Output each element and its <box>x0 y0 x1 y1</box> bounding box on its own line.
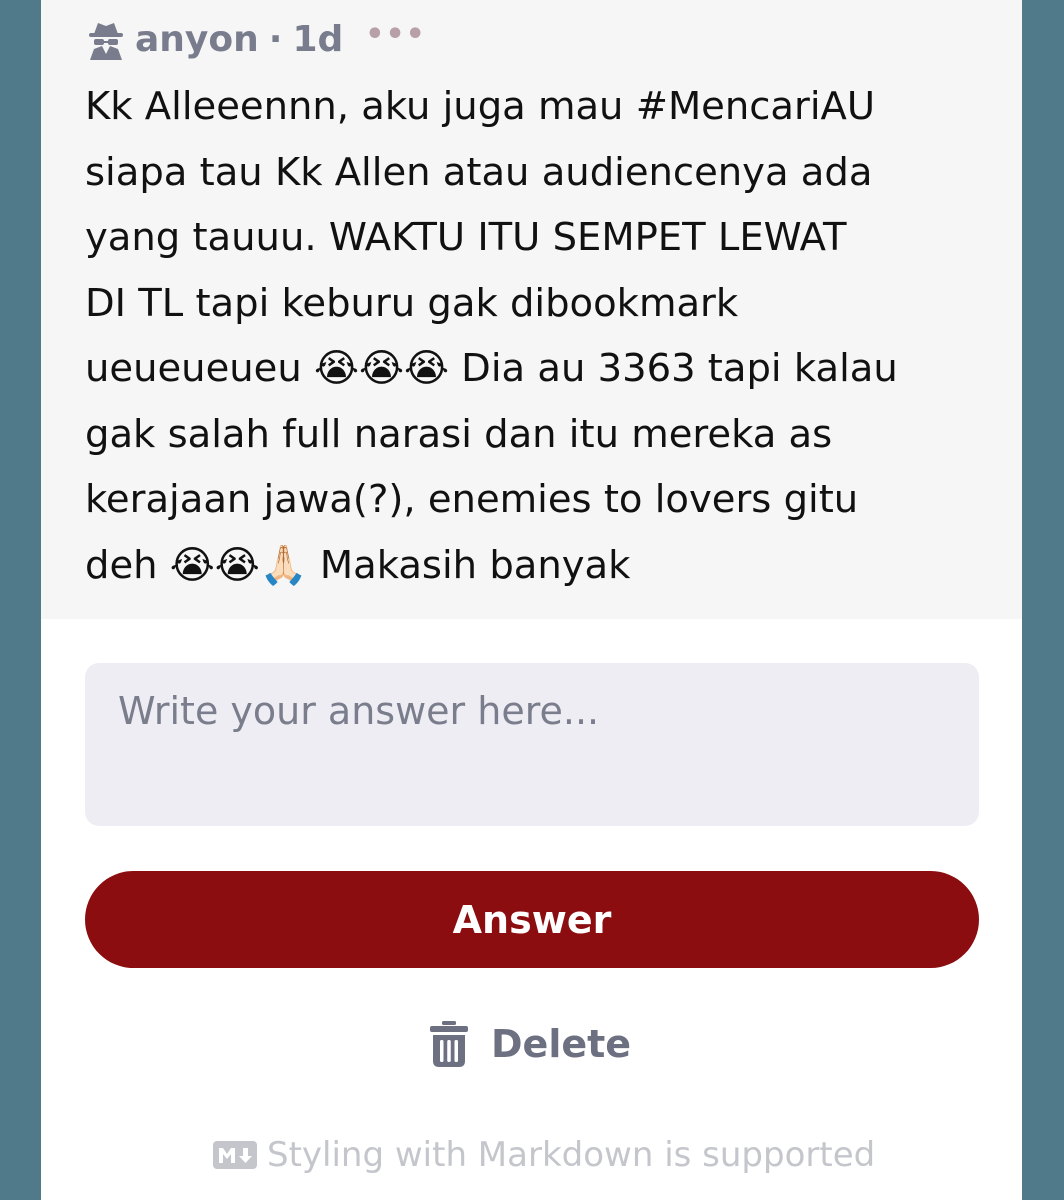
answer-input[interactable] <box>85 663 979 826</box>
delete-label: Delete <box>491 1022 632 1066</box>
post-age: 1d <box>292 18 344 60</box>
answer-button[interactable]: Answer <box>85 871 979 968</box>
spy-icon <box>89 23 123 60</box>
markdown-note-text: Styling with Markdown is supported <box>267 1135 876 1175</box>
question-card: anyon · 1d ••• Kk Alleeennn, aku juga ma… <box>41 0 1022 1200</box>
question-text: Kk Alleeennn, aku juga mau #MencariAU si… <box>85 84 898 588</box>
delete-button[interactable]: Delete <box>429 1012 631 1076</box>
author-name[interactable]: anyon <box>135 19 259 60</box>
markdown-icon <box>213 1141 257 1169</box>
trash-icon <box>430 1021 468 1067</box>
post-meta: anyon · 1d ••• <box>85 14 426 64</box>
more-options-icon[interactable]: ••• <box>365 20 426 50</box>
meta-separator: · <box>268 18 283 60</box>
markdown-note: Styling with Markdown is supported <box>213 1130 875 1180</box>
question-section: anyon · 1d ••• Kk Alleeennn, aku juga ma… <box>41 0 1022 619</box>
